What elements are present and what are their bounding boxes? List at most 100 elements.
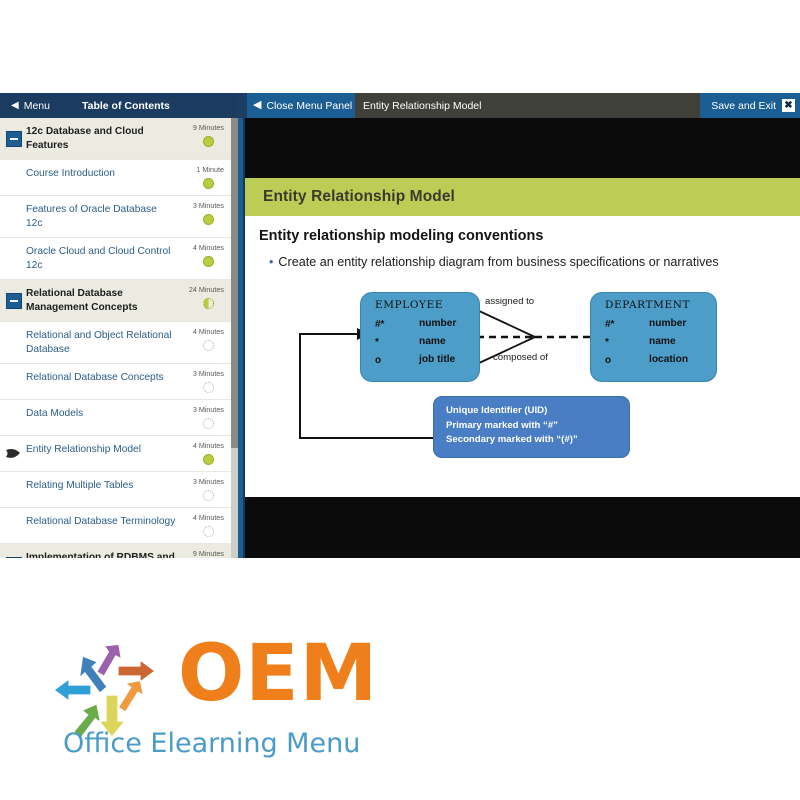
toc-item-duration: 9 Minutes [192,549,224,558]
toc-item-duration: 4 Minutes [192,513,224,522]
save-and-exit-label: Save and Exit [711,99,776,112]
logo-tagline: Office Elearning Menu [63,728,361,759]
sidebar-scrollbar-thumb[interactable] [231,118,238,448]
table-of-contents-panel[interactable]: 12c Database and Cloud Features 9 Minutes… [0,118,232,558]
relationship-label-composed-of: composed of [493,352,548,363]
toc-item-status-icon [203,256,214,267]
toc-item-status-icon [203,214,214,225]
attribute-mark: o [375,355,382,366]
lesson-title: Entity Relationship Model [363,99,482,112]
toc-item-duration: 3 Minutes [192,201,224,210]
toc-item-label: Entity Relationship Model [26,444,141,455]
entity-employee: EMPLOYEE #* number * name o job title [360,292,480,382]
attribute-name: name [419,336,446,347]
slide-bullet-text: Create an entity relationship diagram fr… [278,255,719,269]
collapse-icon[interactable] [6,292,22,309]
toc-item-duration: 3 Minutes [192,477,224,486]
slide-subtitle: Entity relationship modeling conventions [259,228,544,244]
uid-line-2: Primary marked with “#” [446,419,558,431]
toc-item[interactable]: Data Models 3 Minutes [0,400,232,436]
slide: Entity Relationship Model Entity relatio… [245,178,800,497]
toc-item-label: Data Models [26,408,84,419]
toc-item[interactable]: Relational Database Concepts 3 Minutes [0,364,232,400]
toc-item-duration: 3 Minutes [192,369,224,378]
attribute-mark: * [375,337,379,348]
er-diagram: EMPLOYEE #* number * name o job title DE… [245,290,800,490]
lesson-title-bar: Entity Relationship Model [355,93,700,118]
toc-item-status-icon [203,340,214,351]
toc-item[interactable]: Relational Database Management Concepts 2… [0,280,232,322]
toc-item[interactable]: Oracle Cloud and Cloud Control 12c 4 Minu… [0,238,232,280]
slide-bullet: • Create an entity relationship diagram f… [269,253,789,271]
attribute-name: name [649,336,676,347]
toc-item-duration: 4 Minutes [192,327,224,336]
toc-item-label: Features of Oracle Database 12c [26,204,157,229]
toc-item-duration: 1 Minute [196,165,224,174]
close-menu-panel-label: Close Menu Panel [266,99,353,112]
screenshot-root: ◀ Menu Table of Contents ◀ Close Menu Pa… [0,0,800,800]
toc-item-duration: 3 Minutes [192,405,224,414]
toc-item-status-icon [203,490,214,501]
toc-item[interactable]: Features of Oracle Database 12c 3 Minutes [0,196,232,238]
toc-item-label: Oracle Cloud and Cloud Control 12c [26,246,171,271]
toc-item-status-icon [203,526,214,537]
toc-item-label: Relating Multiple Tables [26,480,134,491]
toc-item[interactable]: 12c Database and Cloud Features 9 Minutes [0,118,232,160]
top-toolbar: ◀ Menu Table of Contents ◀ Close Menu Pa… [0,93,800,118]
slide-title-bar: Entity Relationship Model [245,178,800,216]
slide-title: Entity Relationship Model [263,188,455,205]
toc-item-duration: 24 Minutes [188,285,224,294]
collapse-icon[interactable] [6,130,22,147]
toc-item-status-icon [203,136,214,147]
entity-name: DEPARTMENT [605,299,691,311]
close-icon[interactable]: ✖ [782,99,795,112]
logo-wordmark: OEM [178,629,379,719]
save-and-exit-button[interactable]: Save and Exit ✖ [700,93,800,118]
uid-line-1: Unique Identifier (UID) [446,405,548,416]
toc-item[interactable]: Relational and Object Relational Databas… [0,322,232,364]
entity-department: DEPARTMENT #* number * name o location [590,292,717,382]
toc-item-status-icon [203,454,214,465]
toc-item[interactable]: Implementation of RDBMS and ORDMS 9 Minut… [0,544,232,558]
toc-item-label: Relational Database Concepts [26,372,164,383]
toc-item-label: Relational Database Terminology [26,516,176,527]
toc-item[interactable]: Entity Relationship Model 4 Minutes [0,436,232,472]
uid-callout-box: Unique Identifier (UID) Primary marked w… [433,396,630,458]
attribute-mark: #* [375,319,385,330]
sidebar-scrollbar-track[interactable] [231,118,238,558]
toc-item-label: Course Introduction [26,168,115,179]
chevron-left-icon: ◀ [11,99,19,111]
toc-item[interactable]: Course Introduction 1 Minute [0,160,232,196]
attribute-mark: #* [605,319,615,330]
toc-item[interactable]: Relational Database Terminology 4 Minutes [0,508,232,544]
attribute-name: job title [419,354,456,365]
toc-item-duration: 9 Minutes [192,123,224,132]
close-menu-panel-button[interactable]: ◀ Close Menu Panel [247,93,355,118]
oem-logo: OEM Office Elearning Menu [45,629,377,783]
toc-item-status-icon [203,382,214,393]
toc-item-status-icon [203,298,214,309]
relationship-label-assigned-to: assigned to [485,296,535,307]
bullet-dot-icon: • [269,255,274,269]
toc-item-label: Relational and Object Relational Databas… [26,330,172,355]
table-of-contents-heading: Table of Contents [82,99,170,112]
toc-item-label: Implementation of RDBMS and ORDMS [26,552,175,558]
toc-item[interactable]: Relating Multiple Tables 3 Minutes [0,472,232,508]
chevron-left-icon: ◀ [253,99,262,111]
attribute-name: number [419,318,457,329]
toc-item-duration: 4 Minutes [192,441,224,450]
toc-item-label: 12c Database and Cloud Features [26,126,144,151]
attribute-name: location [649,354,689,365]
menu-button-label: Menu [23,99,50,112]
attribute-mark: * [605,337,609,348]
toc-item-duration: 4 Minutes [192,243,224,252]
toc-item-label: Relational Database Management Concepts [26,288,138,313]
toc-item-status-icon [203,178,214,189]
toc-item-status-icon [203,418,214,429]
collapse-icon[interactable] [6,556,22,558]
attribute-mark: o [605,355,612,366]
uid-line-3: Secondary marked with “(#)” [446,434,578,445]
entity-name: EMPLOYEE [375,299,444,311]
toc-list: 12c Database and Cloud Features 9 Minutes… [0,118,232,558]
attribute-name: number [649,318,687,329]
